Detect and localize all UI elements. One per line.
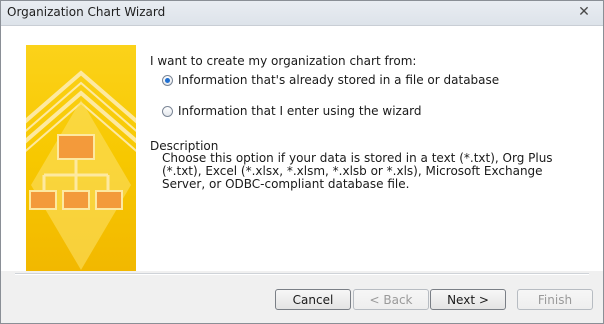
window-title: Organization Chart Wizard xyxy=(7,5,166,19)
radio-dot xyxy=(165,77,170,83)
title-bar: Organization Chart Wizard ✕ xyxy=(1,1,603,26)
option-label[interactable]: Information that's already stored in a f… xyxy=(178,73,499,87)
option-label[interactable]: Information that I enter using the wizar… xyxy=(178,104,422,118)
org-chart-illustration xyxy=(26,45,136,271)
wizard-window: Organization Chart Wizard ✕ I want to cr… xyxy=(0,0,604,324)
radio-button-selected[interactable] xyxy=(162,74,173,86)
wizard-prompt: I want to create my organization chart f… xyxy=(150,54,417,68)
button-separator xyxy=(15,273,589,275)
radio-button[interactable] xyxy=(162,105,173,117)
back-button[interactable]: < Back xyxy=(353,289,429,310)
wizard-content: I want to create my organization chart f… xyxy=(1,26,603,271)
cancel-button[interactable]: Cancel xyxy=(275,289,351,310)
close-icon[interactable]: ✕ xyxy=(571,3,597,21)
option-enter-using-wizard[interactable]: Information that I enter using the wizar… xyxy=(162,104,422,118)
description-text: Choose this option if your data is store… xyxy=(162,151,553,191)
option-file-or-database[interactable]: Information that's already stored in a f… xyxy=(162,73,499,87)
finish-button[interactable]: Finish xyxy=(517,289,593,310)
next-button[interactable]: Next > xyxy=(430,289,506,310)
